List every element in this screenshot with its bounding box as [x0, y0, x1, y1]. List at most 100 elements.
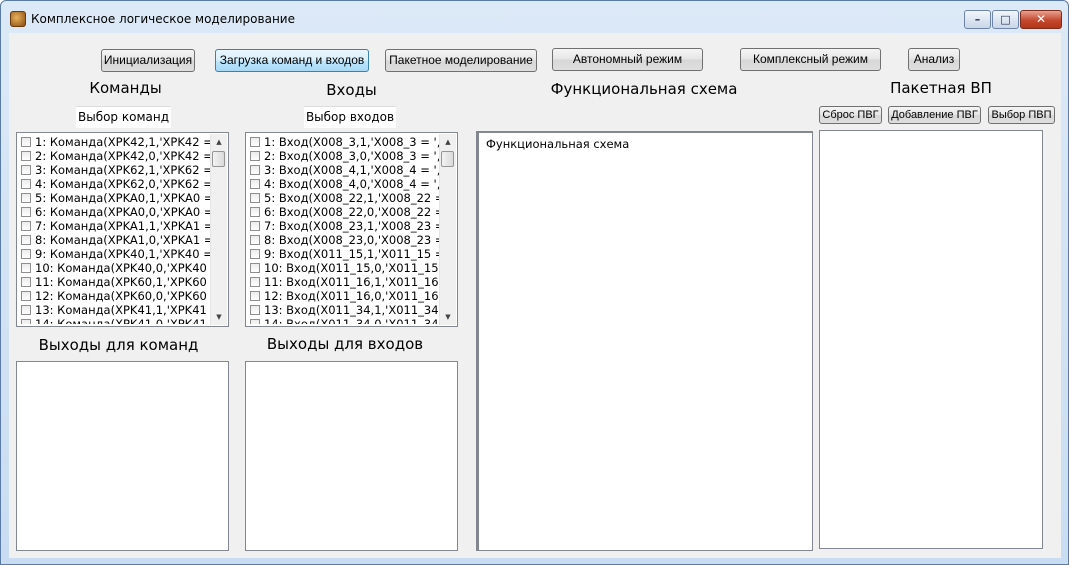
- inputs-scrollbar[interactable]: ▲ ▼: [439, 134, 456, 325]
- complex-mode-button[interactable]: Комплексный режим: [740, 48, 881, 71]
- inputs-list-item[interactable]: 13: Вход(X011_34,1,'X011_34: [248, 303, 439, 317]
- minimize-button[interactable]: –: [964, 10, 991, 29]
- select-pvp-button[interactable]: Выбор ПВП: [988, 106, 1055, 124]
- commands-list-item[interactable]: 13: Команда(XPK41,1,'XPK41 = ': [19, 303, 210, 317]
- commands-list-item[interactable]: 10: Команда(XPK40,0,'XPK40 = ': [19, 261, 210, 275]
- checkbox[interactable]: [250, 291, 260, 301]
- checkbox[interactable]: [21, 221, 31, 231]
- inputs-list-item[interactable]: 14: Вход(X011_34,0,'X011_34: [248, 317, 439, 324]
- list-item-label: 10: Вход(X011_15,0,'X011_15: [264, 261, 439, 275]
- list-item-label: 1: Команда(XPK42,1,'XPK42 = ': [35, 135, 210, 149]
- checkbox[interactable]: [21, 249, 31, 259]
- list-item-label: 9: Вход(X011_15,1,'X011_15 =: [264, 247, 439, 261]
- commands-list-item[interactable]: 1: Команда(XPK42,1,'XPK42 = ': [19, 135, 210, 149]
- commands-list-item[interactable]: 11: Команда(XPK60,1,'XPK60 = ': [19, 275, 210, 289]
- commands-list-item[interactable]: 7: Команда(XPKA1,1,'XPKA1 = ': [19, 219, 210, 233]
- commands-list-item[interactable]: 8: Команда(XPKA1,0,'XPKA1 = ': [19, 233, 210, 247]
- commands-list-item[interactable]: 4: Команда(XPK62,0,'XPK62 = ': [19, 177, 210, 191]
- input-outputs-panel[interactable]: [245, 361, 458, 551]
- list-item-label: 6: Команда(XPKA0,0,'XPKA0 = ': [35, 205, 210, 219]
- checkbox[interactable]: [21, 319, 31, 324]
- inputs-list-item[interactable]: 12: Вход(X011_16,0,'X011_16: [248, 289, 439, 303]
- command-outputs-heading: Выходы для команд: [38, 336, 199, 354]
- checkbox[interactable]: [250, 179, 260, 189]
- batch-modeling-button[interactable]: Пакетное моделирование: [385, 49, 537, 72]
- inputs-list-item[interactable]: 10: Вход(X011_15,0,'X011_15: [248, 261, 439, 275]
- inputs-list-items: 1: Вход(X008_3,1,'X008_3 = ',0 2: Вход(X0…: [248, 135, 439, 324]
- inputs-list-item[interactable]: 1: Вход(X008_3,1,'X008_3 = ',0: [248, 135, 439, 149]
- inputs-list-item[interactable]: 2: Вход(X008_3,0,'X008_3 = ',0: [248, 149, 439, 163]
- list-item-label: 14: Вход(X011_34,0,'X011_34: [264, 317, 439, 324]
- inputs-list-item[interactable]: 3: Вход(X008_4,1,'X008_4 = ',0: [248, 163, 439, 177]
- commands-list-item[interactable]: 9: Команда(XPK40,1,'XPK40 = ': [19, 247, 210, 261]
- scroll-up-icon[interactable]: ▲: [440, 134, 456, 150]
- checkbox[interactable]: [250, 263, 260, 273]
- checkbox[interactable]: [21, 277, 31, 287]
- checkbox[interactable]: [250, 151, 260, 161]
- list-item-label: 5: Команда(XPKA0,1,'XPKA0 = ': [35, 191, 210, 205]
- checkbox[interactable]: [21, 179, 31, 189]
- checkbox[interactable]: [21, 207, 31, 217]
- checkbox[interactable]: [21, 235, 31, 245]
- checkbox[interactable]: [21, 291, 31, 301]
- commands-scrollbar[interactable]: ▲ ▼: [210, 134, 227, 325]
- reset-pvg-button[interactable]: Сброс ПВГ: [819, 106, 882, 124]
- checkbox[interactable]: [250, 305, 260, 315]
- scroll-down-icon[interactable]: ▼: [440, 309, 456, 325]
- checkbox[interactable]: [250, 193, 260, 203]
- list-item-label: 13: Вход(X011_34,1,'X011_34: [264, 303, 439, 317]
- commands-list-item[interactable]: 14: Команда(XPK41,0,'XPK41 = ': [19, 317, 210, 324]
- scroll-down-icon[interactable]: ▼: [211, 309, 227, 325]
- app-icon: [10, 11, 26, 27]
- checkbox[interactable]: [250, 235, 260, 245]
- inputs-list-item[interactable]: 6: Вход(X008_22,0,'X008_22 =: [248, 205, 439, 219]
- commands-list-item[interactable]: 3: Команда(XPK62,1,'XPK62 = ': [19, 163, 210, 177]
- scroll-up-icon[interactable]: ▲: [211, 134, 227, 150]
- commands-list-item[interactable]: 12: Команда(XPK60,0,'XPK60 = ': [19, 289, 210, 303]
- analysis-button[interactable]: Анализ: [908, 48, 960, 71]
- batch-panel[interactable]: [819, 130, 1043, 549]
- window-title: Комплексное логическое моделирование: [31, 12, 295, 26]
- list-item-label: 4: Вход(X008_4,0,'X008_4 = ',0: [264, 177, 439, 191]
- checkbox[interactable]: [250, 137, 260, 147]
- maximize-button[interactable]: □: [992, 10, 1019, 29]
- list-item-label: 11: Вход(X011_16,1,'X011_16: [264, 275, 439, 289]
- title-bar[interactable]: Комплексное логическое моделирование – □…: [1, 1, 1068, 33]
- checkbox[interactable]: [250, 319, 260, 324]
- select-inputs-button[interactable]: Выбор входов: [304, 106, 396, 128]
- select-commands-button[interactable]: Выбор команд: [76, 106, 171, 128]
- commands-list-item[interactable]: 5: Команда(XPKA0,1,'XPKA0 = ': [19, 191, 210, 205]
- commands-list-item[interactable]: 6: Команда(XPKA0,0,'XPKA0 = ': [19, 205, 210, 219]
- inputs-list-item[interactable]: 8: Вход(X008_23,0,'X008_23 =: [248, 233, 439, 247]
- schema-panel[interactable]: Функциональная схема: [476, 131, 813, 551]
- checkbox[interactable]: [21, 151, 31, 161]
- maximize-icon: □: [1000, 13, 1011, 26]
- checkbox[interactable]: [250, 207, 260, 217]
- commands-list[interactable]: 1: Команда(XPK42,1,'XPK42 = ' 2: Команда(…: [16, 132, 229, 327]
- scroll-thumb[interactable]: [441, 151, 454, 167]
- close-button[interactable]: ✕: [1020, 10, 1062, 29]
- autonomous-mode-button[interactable]: Автономный режим: [552, 48, 703, 71]
- inputs-list[interactable]: 1: Вход(X008_3,1,'X008_3 = ',0 2: Вход(X0…: [245, 132, 458, 327]
- inputs-list-item[interactable]: 9: Вход(X011_15,1,'X011_15 =: [248, 247, 439, 261]
- inputs-list-item[interactable]: 4: Вход(X008_4,0,'X008_4 = ',0: [248, 177, 439, 191]
- checkbox[interactable]: [250, 277, 260, 287]
- checkbox[interactable]: [250, 221, 260, 231]
- checkbox[interactable]: [21, 305, 31, 315]
- load-commands-inputs-button[interactable]: Загрузка команд и входов: [215, 49, 369, 72]
- checkbox[interactable]: [21, 137, 31, 147]
- inputs-list-item[interactable]: 11: Вход(X011_16,1,'X011_16: [248, 275, 439, 289]
- commands-list-item[interactable]: 2: Команда(XPK42,0,'XPK42 = ': [19, 149, 210, 163]
- scroll-thumb[interactable]: [212, 151, 225, 167]
- checkbox[interactable]: [250, 249, 260, 259]
- add-pvg-button[interactable]: Добавление ПВГ: [888, 106, 981, 124]
- checkbox[interactable]: [21, 193, 31, 203]
- list-item-label: 14: Команда(XPK41,0,'XPK41 = ': [35, 317, 210, 324]
- inputs-list-item[interactable]: 7: Вход(X008_23,1,'X008_23 =: [248, 219, 439, 233]
- checkbox[interactable]: [21, 263, 31, 273]
- checkbox[interactable]: [250, 165, 260, 175]
- init-button[interactable]: Инициализация: [101, 49, 195, 72]
- command-outputs-panel[interactable]: [16, 361, 229, 551]
- inputs-list-item[interactable]: 5: Вход(X008_22,1,'X008_22 =: [248, 191, 439, 205]
- checkbox[interactable]: [21, 165, 31, 175]
